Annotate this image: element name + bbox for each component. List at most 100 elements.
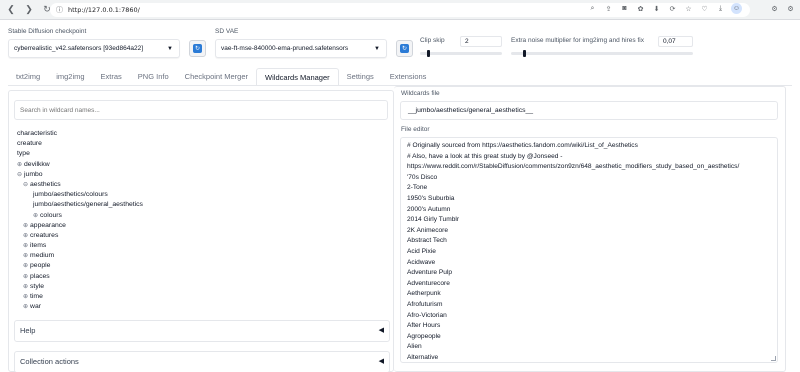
tree-item-label: jumbo/aesthetics/general_aesthetics xyxy=(33,201,143,209)
tree-item-label: people xyxy=(30,262,51,270)
settings-gear-icon[interactable]: ⚙ xyxy=(769,3,780,14)
expand-icon[interactable]: ⊕ xyxy=(23,223,28,229)
tree-item[interactable]: ⊕ places xyxy=(17,272,377,282)
tree-item[interactable]: ⊕ creatures xyxy=(17,231,377,241)
resize-handle-icon[interactable] xyxy=(771,356,776,361)
collection-actions-accordion[interactable]: Collection actions ◀ xyxy=(14,351,390,372)
tree-item-label: devilkkw xyxy=(24,160,50,168)
wildcards-file-label: Wildcards file xyxy=(401,90,440,97)
vae-label: SD VAE xyxy=(215,28,239,35)
tree-item[interactable]: jumbo/aesthetics/general_aesthetics xyxy=(17,200,377,210)
wildcards-file-field[interactable]: __jumbo/aesthetics/general_aesthetics__ xyxy=(400,101,778,120)
expand-icon[interactable]: ⊕ xyxy=(23,263,28,269)
expand-icon[interactable]: ⊕ xyxy=(33,213,38,219)
share-icon[interactable]: ⇪ xyxy=(603,3,614,14)
tree-item-label: creatures xyxy=(30,231,59,239)
editor-line: Abstract Tech xyxy=(407,237,447,245)
expand-icon[interactable]: ⊕ xyxy=(23,274,28,280)
site-info-icon[interactable]: ⓘ xyxy=(56,5,63,15)
browser-settings-icon[interactable]: ⚙ xyxy=(785,3,796,14)
bookmark-star-icon[interactable]: ☆ xyxy=(683,3,694,14)
favorite-icon[interactable]: ♡ xyxy=(699,3,710,14)
main-tabs: txt2img img2img Extras PNG Info Checkpoi… xyxy=(8,68,434,85)
tree-item[interactable]: type xyxy=(17,149,377,159)
clip-skip-slider-handle[interactable] xyxy=(427,50,431,57)
noise-multiplier-slider[interactable] xyxy=(511,50,693,57)
extension-icon[interactable]: ✿ xyxy=(635,3,646,14)
download-arrow-icon[interactable]: ⤓ xyxy=(715,3,726,14)
tree-item-label: type xyxy=(17,150,30,158)
expand-icon[interactable]: ⊕ xyxy=(23,233,28,239)
tree-item-label: creature xyxy=(17,140,42,148)
refresh-vae-button[interactable]: ↻ xyxy=(396,40,413,57)
editor-line: 1950's Suburbia xyxy=(407,194,455,202)
tab-wildcards-manager[interactable]: Wildcards Manager xyxy=(256,68,339,85)
tree-item[interactable]: jumbo/aesthetics/colours xyxy=(17,190,377,200)
help-accordion[interactable]: Help ◀ xyxy=(14,320,390,342)
tab-extras[interactable]: Extras xyxy=(93,68,130,85)
tree-item[interactable]: characteristic xyxy=(17,129,377,139)
tree-item-label: colours xyxy=(40,211,62,219)
expand-icon[interactable]: ⊕ xyxy=(17,162,22,168)
collapse-icon[interactable]: ⊖ xyxy=(23,182,28,188)
tab-checkpoint-merger[interactable]: Checkpoint Merger xyxy=(177,68,256,85)
tree-item[interactable]: ⊕ appearance xyxy=(17,221,377,231)
expand-icon[interactable]: ⊕ xyxy=(23,304,28,310)
tree-item-label: jumbo/aesthetics/colours xyxy=(33,191,108,199)
tree-item[interactable]: ⊕ people xyxy=(17,261,377,271)
chevron-down-icon: ▼ xyxy=(374,46,380,52)
editor-line: Afrofuturism xyxy=(407,300,443,308)
editor-line: Acidwave xyxy=(407,258,436,266)
tree-item[interactable]: ⊕ medium xyxy=(17,251,377,261)
tree-item[interactable]: ⊕ colours xyxy=(17,211,377,221)
noise-multiplier-input[interactable]: 0,07 xyxy=(658,36,693,47)
wildcard-search-input[interactable] xyxy=(14,100,388,120)
clip-skip-input[interactable]: 2 xyxy=(460,36,502,47)
back-icon[interactable]: ❮ xyxy=(4,3,18,17)
camera-icon[interactable]: ◙ xyxy=(619,3,630,14)
chevron-down-icon: ▼ xyxy=(167,46,173,52)
editor-line: # Also, have a look at this great study … xyxy=(407,152,563,160)
editor-line: After Hours xyxy=(407,322,441,330)
tree-item[interactable]: ⊕ style xyxy=(17,282,377,292)
tab-extensions[interactable]: Extensions xyxy=(382,68,435,85)
forward-icon[interactable]: ❯ xyxy=(22,3,36,17)
editor-line: Alien xyxy=(407,343,422,351)
refresh-checkpoint-button[interactable]: ↻ xyxy=(189,40,206,57)
tab-img2img[interactable]: img2img xyxy=(48,68,92,85)
tree-item[interactable]: ⊕ time xyxy=(17,292,377,302)
profile-avatar-icon[interactable]: ☺ xyxy=(731,3,742,14)
tab-txt2img[interactable]: txt2img xyxy=(8,68,48,85)
tree-item[interactable]: creature xyxy=(17,139,377,149)
vae-value: vae-ft-mse-840000-ema-pruned.safetensors xyxy=(221,45,349,52)
tab-png-info[interactable]: PNG Info xyxy=(130,68,177,85)
tree-item[interactable]: ⊕ war xyxy=(17,302,377,312)
zoom-icon[interactable]: ⌕ xyxy=(587,3,598,14)
sync-icon[interactable]: ⟳ xyxy=(667,3,678,14)
file-editor-textarea[interactable]: # Originally sourced from https://aesthe… xyxy=(400,137,778,363)
collapse-icon[interactable]: ⊖ xyxy=(17,172,22,178)
tree-item[interactable]: ⊕ items xyxy=(17,241,377,251)
help-label: Help xyxy=(20,326,36,335)
checkpoint-dropdown[interactable]: cyberrealistic_v42.safetensors [93ed864a… xyxy=(8,39,180,58)
noise-multiplier-label: Extra noise multiplier for img2img and h… xyxy=(511,37,644,44)
tree-item[interactable]: ⊕ devilkkw xyxy=(17,160,377,170)
editor-line: Alternative xyxy=(407,353,439,361)
expand-icon[interactable]: ⊕ xyxy=(23,243,28,249)
download-icon[interactable]: ⬇ xyxy=(651,3,662,14)
tree-item[interactable]: ⊖ jumbo xyxy=(17,170,377,180)
editor-line: https://www.reddit.com/r/StableDiffusion… xyxy=(407,163,740,171)
expand-icon[interactable]: ⊕ xyxy=(23,284,28,290)
vae-dropdown[interactable]: vae-ft-mse-840000-ema-pruned.safetensors… xyxy=(215,39,387,58)
tree-item[interactable]: ⊖ aesthetics xyxy=(17,180,377,190)
checkpoint-label: Stable Diffusion checkpoint xyxy=(8,28,87,35)
clip-skip-slider[interactable] xyxy=(420,50,502,57)
file-editor-label: File editor xyxy=(401,126,430,133)
expand-icon[interactable]: ⊕ xyxy=(23,253,28,259)
tab-settings[interactable]: Settings xyxy=(339,68,382,85)
expand-icon[interactable]: ⊕ xyxy=(23,294,28,300)
noise-multiplier-slider-handle[interactable] xyxy=(522,50,526,57)
tree-item-label: medium xyxy=(30,252,55,260)
editor-line: Adventure Pulp xyxy=(407,269,453,277)
editor-line: Aetherpunk xyxy=(407,290,441,298)
